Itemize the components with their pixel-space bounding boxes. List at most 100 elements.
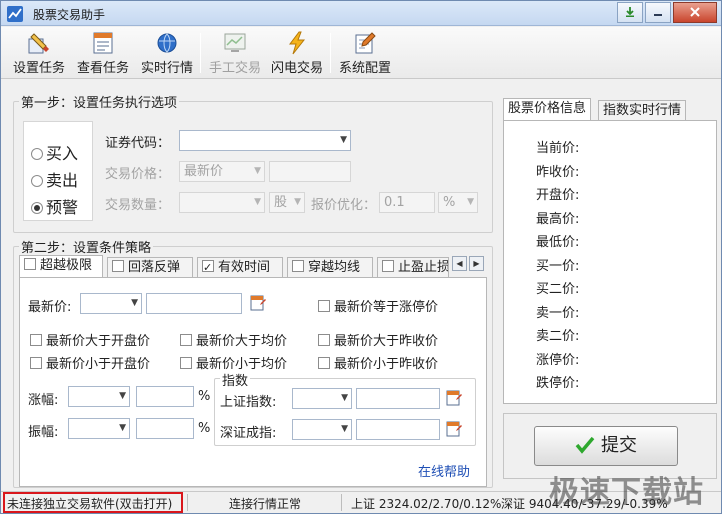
latest-price-label: 最新价: bbox=[28, 300, 72, 315]
step2-title: 第二步：设置条件策略 bbox=[19, 237, 154, 256]
qty-unit-combo[interactable]: 股 ▼ bbox=[269, 192, 305, 213]
check-latest-gt-open[interactable]: 最新价大于开盘价 bbox=[30, 330, 150, 349]
tab-scroll-right-button[interactable]: ▶ bbox=[469, 256, 484, 271]
sh-index-input[interactable] bbox=[356, 388, 440, 409]
trade-connection-status[interactable]: 未连接独立交易软件(双击打开) bbox=[7, 495, 172, 512]
window-title: 股票交易助手 bbox=[33, 8, 106, 22]
latest-price-operator-combo[interactable]: ▼ bbox=[80, 293, 142, 314]
toolbar: 设置任务 查看任务 实时行情 手工交易 闪电交易 系统配置 bbox=[1, 27, 721, 79]
notepad-pencil-icon bbox=[355, 32, 376, 54]
task-list-icon bbox=[93, 32, 113, 54]
chevron-down-icon: ▼ bbox=[131, 298, 138, 308]
checkbox bbox=[382, 260, 394, 272]
toolbar-separator bbox=[330, 33, 331, 73]
tab-exceed-limit[interactable]: 超越极限 bbox=[19, 255, 103, 278]
minimize-button[interactable] bbox=[645, 2, 671, 23]
chevron-down-icon: ▼ bbox=[294, 197, 301, 207]
chevron-down-icon: ▼ bbox=[340, 135, 347, 145]
radio-sell[interactable]: 卖出 bbox=[31, 167, 78, 191]
step1-title: 第一步：设置任务执行选项 bbox=[19, 92, 180, 111]
realtime-quote-label: 实时行情 bbox=[140, 61, 193, 76]
tab-cross-ma[interactable]: 穿越均线 bbox=[287, 257, 373, 278]
app-chart-icon bbox=[7, 6, 23, 22]
trade-price-input[interactable] bbox=[269, 161, 351, 182]
calculator-icon[interactable] bbox=[250, 295, 266, 311]
radio-circle bbox=[31, 175, 43, 187]
online-help-link[interactable]: 在线帮助 bbox=[418, 461, 470, 480]
check-latest-lt-prev-close[interactable]: 最新价小于昨收价 bbox=[318, 353, 438, 372]
check-latest-eq-limit-up[interactable]: 最新价等于涨停价 bbox=[318, 296, 438, 315]
trade-qty-combo[interactable]: ▼ bbox=[179, 192, 265, 213]
system-config-button[interactable]: 系统配置 bbox=[335, 29, 395, 77]
chevron-down-icon: ▼ bbox=[119, 423, 126, 433]
amplitude-input[interactable] bbox=[136, 418, 194, 439]
open-price-label: 开盘价: bbox=[536, 188, 580, 203]
checkbox bbox=[318, 334, 330, 346]
download-menu-button[interactable] bbox=[617, 2, 643, 23]
radio-circle bbox=[31, 148, 43, 160]
tab-scroll-left-button[interactable]: ◀ bbox=[452, 256, 467, 271]
title-bar[interactable]: 股票交易助手 bbox=[1, 1, 721, 26]
ask2-price-label: 卖二价: bbox=[536, 329, 580, 344]
lightning-icon bbox=[289, 31, 306, 55]
submit-button[interactable]: 提交 bbox=[534, 426, 678, 466]
manual-trade-button[interactable]: 手工交易 bbox=[205, 29, 265, 77]
set-task-label: 设置任务 bbox=[12, 61, 65, 76]
quote-optimize-label: 报价优化： bbox=[311, 198, 377, 213]
check-latest-lt-open[interactable]: 最新价小于开盘价 bbox=[30, 353, 150, 372]
price-mode-combo[interactable]: 最新价 ▼ bbox=[179, 161, 265, 182]
sz-index-operator-combo[interactable]: ▼ bbox=[292, 419, 352, 440]
view-task-label: 查看任务 bbox=[76, 61, 129, 76]
tab-stock-price-info[interactable]: 股票价格信息 bbox=[503, 98, 592, 121]
tab-index-realtime[interactable]: 指数实时行情 bbox=[598, 100, 687, 121]
rise-input[interactable] bbox=[136, 386, 194, 407]
sz-index-label: 深证成指: bbox=[220, 426, 277, 441]
amplitude-label: 振幅: bbox=[28, 425, 59, 440]
check-latest-gt-prev-close[interactable]: 最新价大于昨收价 bbox=[318, 330, 438, 349]
app-window: 股票交易助手 设置任务 查看任务 实时行情 手工交易 闪电交易 系统配置 第一步… bbox=[0, 0, 722, 514]
toolbar-separator bbox=[200, 33, 201, 73]
monitor-chart-icon bbox=[224, 33, 246, 52]
high-price-label: 最高价: bbox=[536, 212, 580, 227]
tab-take-profit-stop-loss[interactable]: 止盈止损 bbox=[377, 257, 449, 278]
calculator-icon[interactable] bbox=[446, 390, 462, 406]
system-config-label: 系统配置 bbox=[338, 61, 391, 76]
checkbox bbox=[24, 258, 36, 270]
radio-buy[interactable]: 买入 bbox=[31, 140, 78, 164]
chevron-down-icon: ▼ bbox=[254, 166, 261, 176]
view-task-button[interactable]: 查看任务 bbox=[73, 29, 133, 77]
ask1-price-label: 卖一价: bbox=[536, 306, 580, 321]
pencil-ruler-icon bbox=[28, 33, 49, 54]
close-button[interactable] bbox=[673, 2, 717, 23]
checkbox bbox=[180, 357, 192, 369]
check-latest-gt-avg[interactable]: 最新价大于均价 bbox=[180, 330, 287, 349]
trade-qty-label: 交易数量： bbox=[105, 198, 171, 213]
latest-price-input[interactable] bbox=[146, 293, 242, 314]
calculator-icon[interactable] bbox=[446, 421, 462, 437]
checkbox bbox=[30, 357, 42, 369]
optimize-unit-combo[interactable]: % ▼ bbox=[438, 192, 478, 213]
sh-index-status: 上证 2324.02/2.70/0.12% bbox=[351, 497, 502, 511]
tab-valid-time[interactable]: 有效时间 bbox=[197, 257, 283, 278]
checkmark-icon bbox=[575, 436, 595, 454]
rise-operator-combo[interactable]: ▼ bbox=[68, 386, 130, 407]
download-arrow-icon bbox=[626, 7, 634, 17]
checkbox bbox=[318, 300, 330, 312]
prev-close-label: 昨收价: bbox=[536, 165, 580, 180]
quote-connection-status: 连接行情正常 bbox=[229, 497, 302, 511]
set-task-button[interactable]: 设置任务 bbox=[9, 29, 69, 77]
security-code-combo[interactable]: ▼ bbox=[179, 130, 351, 151]
rise-label: 涨幅: bbox=[28, 393, 59, 408]
amplitude-percent-label: % bbox=[198, 421, 211, 436]
sh-index-operator-combo[interactable]: ▼ bbox=[292, 388, 352, 409]
realtime-quote-button[interactable]: 实时行情 bbox=[137, 29, 197, 77]
amplitude-operator-combo[interactable]: ▼ bbox=[68, 418, 130, 439]
strategy-tabs: 超越极限 回落反弹 有效时间 穿越均线 止盈止损 bbox=[19, 255, 487, 278]
limit-up-label: 涨停价: bbox=[536, 353, 580, 368]
sz-index-input[interactable] bbox=[356, 419, 440, 440]
radio-alert[interactable]: 预警 bbox=[31, 194, 78, 218]
flash-trade-button[interactable]: 闪电交易 bbox=[267, 29, 327, 77]
quote-optimize-input[interactable]: 0.1 bbox=[379, 192, 435, 213]
chevron-down-icon: ▼ bbox=[341, 424, 348, 434]
tab-pullback-rebound[interactable]: 回落反弹 bbox=[107, 257, 193, 278]
